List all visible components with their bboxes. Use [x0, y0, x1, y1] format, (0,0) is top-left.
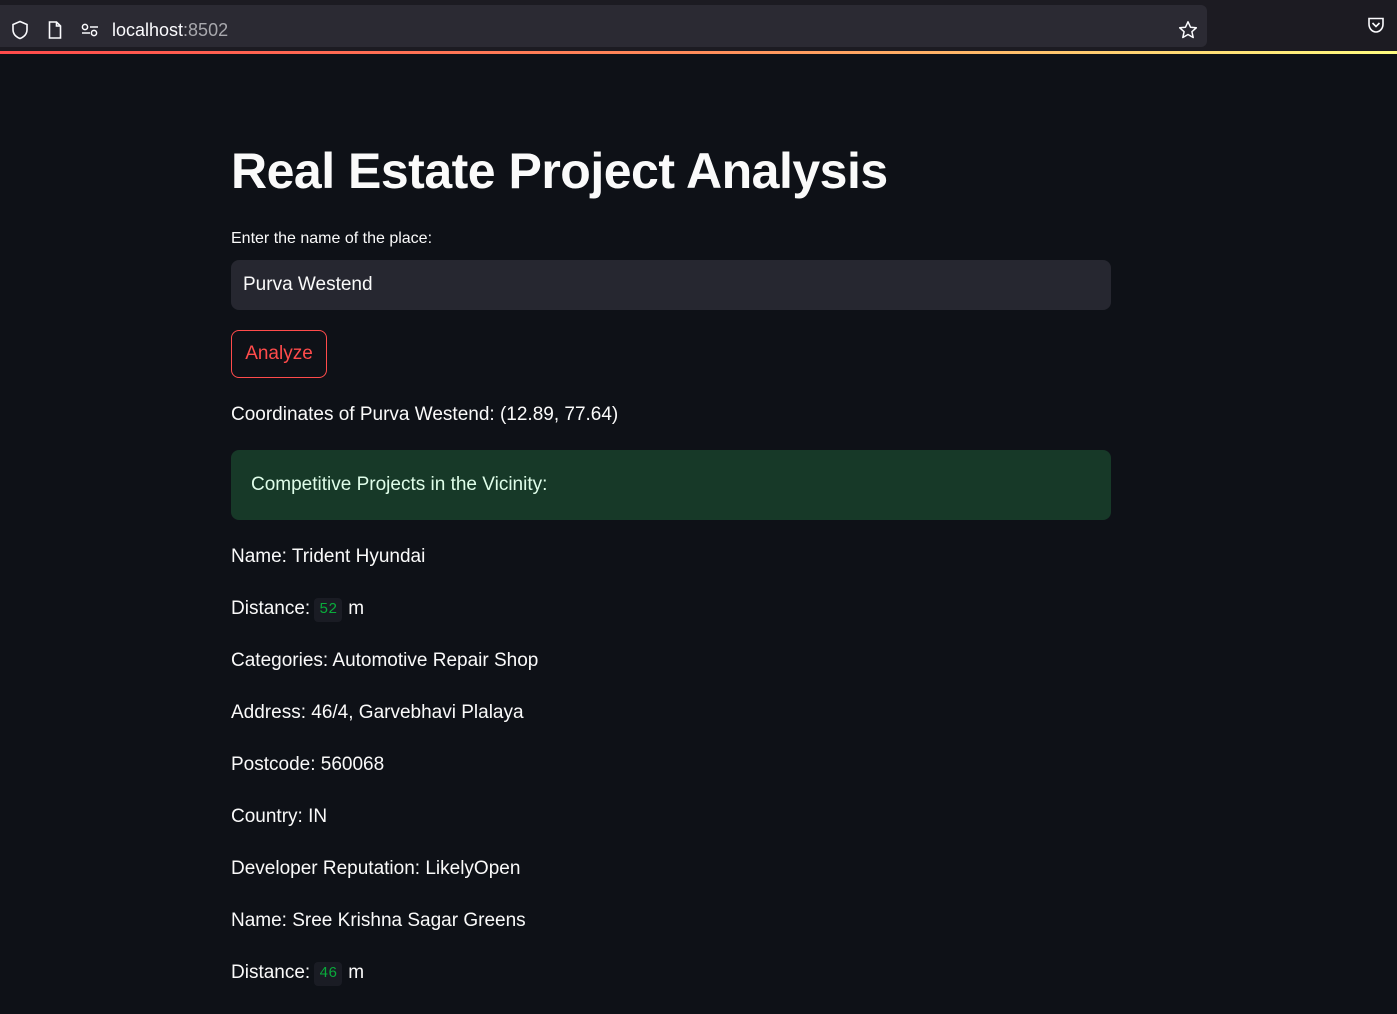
distance-value: 46 — [314, 962, 343, 986]
project-distance: Distance: 46 m — [231, 962, 1111, 1014]
distance-label: Distance: — [231, 962, 311, 983]
permissions-icon[interactable] — [79, 19, 101, 41]
place-input[interactable] — [231, 260, 1111, 310]
place-input-label: Enter the name of the place: — [231, 230, 433, 247]
url-port: :8502 — [183, 20, 229, 40]
project-reputation: Developer Reputation: LikelyOpen — [231, 858, 521, 879]
project-distance: Distance: 52 m — [231, 598, 1111, 650]
project-categories: Categories: Automotive Repair Shop — [231, 650, 539, 671]
page-icon[interactable] — [44, 19, 66, 41]
url-host: localhost — [112, 20, 184, 40]
pocket-icon[interactable] — [1365, 14, 1387, 36]
success-alert: Competitive Projects in the Vicinity: — [231, 450, 1111, 520]
project-name: Name: Sree Krishna Sagar Greens — [231, 910, 526, 931]
page-title: Real Estate Project Analysis — [231, 143, 888, 199]
project-name: Name: Trident Hyundai — [231, 546, 426, 567]
distance-label: Distance: — [231, 598, 311, 619]
url-text[interactable]: localhost:8502 — [112, 20, 228, 41]
success-alert-text: Competitive Projects in the Vicinity: — [251, 474, 548, 495]
page-top-decoration — [0, 51, 1397, 54]
distance-value: 52 — [314, 598, 343, 622]
coordinates-text: Coordinates of Purva Westend: (12.89, 77… — [231, 404, 619, 425]
project-list: Name: Trident Hyundai Distance: 52 m Cat… — [231, 546, 1111, 1014]
distance-unit: m — [348, 962, 365, 983]
project-postcode: Postcode: 560068 — [231, 754, 385, 775]
project-address: Address: 46/4, Garvebhavi Plalaya — [231, 702, 524, 723]
url-bar[interactable]: localhost:8502 — [0, 5, 1207, 47]
browser-toolbar: localhost:8502 — [0, 0, 1397, 54]
bookmark-star-icon[interactable] — [1177, 19, 1199, 41]
analyze-button[interactable]: Analyze — [231, 330, 327, 378]
shield-icon[interactable] — [9, 19, 31, 41]
distance-unit: m — [348, 598, 365, 619]
project-country: Country: IN — [231, 806, 328, 827]
